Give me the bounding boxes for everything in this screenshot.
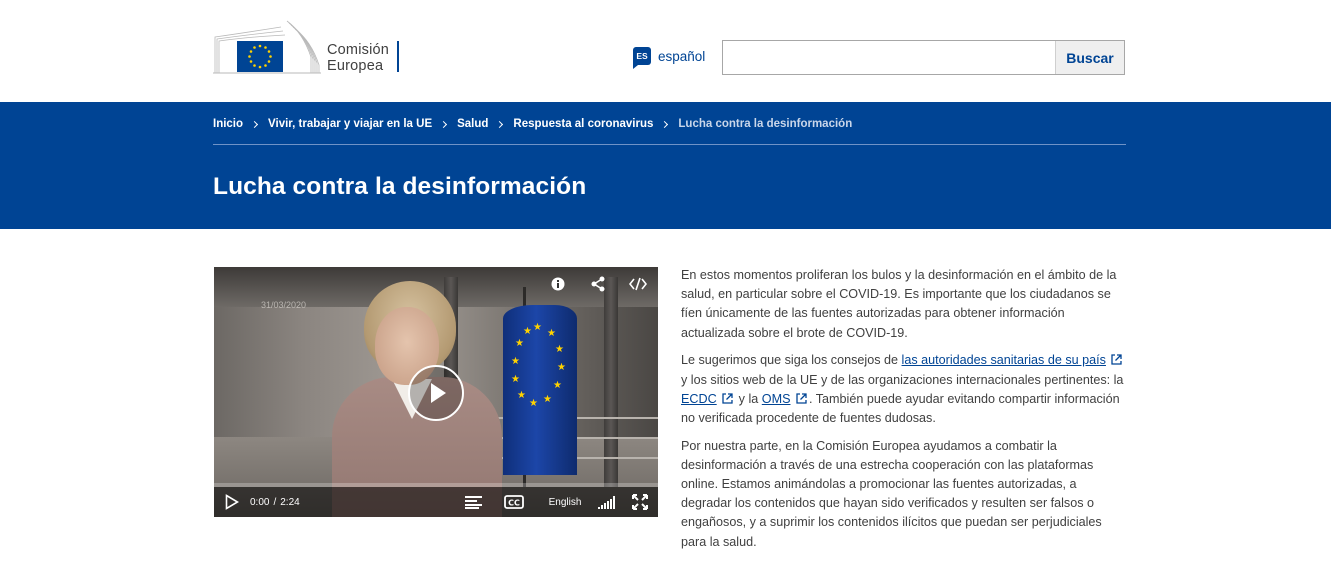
paragraph-text: y la bbox=[735, 391, 762, 406]
logo-line2: Europea bbox=[327, 58, 384, 74]
fullscreen-icon[interactable] bbox=[622, 487, 658, 517]
video-frame-pillar bbox=[604, 277, 618, 487]
language-badge-icon: ES bbox=[633, 47, 651, 69]
time-separator: / bbox=[273, 496, 277, 508]
paragraph-commission-action: Por nuestra parte, en la Comisión Europe… bbox=[681, 438, 1102, 549]
video-time: 0:00 / 2:24 bbox=[250, 497, 300, 508]
logo-divider bbox=[397, 41, 399, 72]
breadcrumb: Inicio Vivir, trabajar y viajar en la UE… bbox=[213, 118, 852, 130]
site-header: Comisión Europea ES español Buscar bbox=[0, 0, 1331, 102]
banner-divider bbox=[213, 144, 1126, 145]
chevron-right-icon bbox=[496, 120, 504, 128]
language-selector[interactable]: ES español bbox=[633, 47, 706, 69]
play-overlay-button[interactable] bbox=[408, 365, 464, 421]
share-icon[interactable] bbox=[578, 267, 618, 301]
page-banner: Inicio Vivir, trabajar y viajar en la UE… bbox=[0, 102, 1331, 229]
video-controls-right: CC English bbox=[456, 487, 658, 517]
chapters-list-icon[interactable] bbox=[456, 487, 490, 517]
duration: 2:24 bbox=[280, 496, 300, 508]
eu-flag-image: ★ ★ ★ ★ ★ ★ ★ ★ ★ ★ ★ ★ bbox=[503, 305, 577, 475]
breadcrumb-item-inicio[interactable]: Inicio bbox=[213, 118, 243, 130]
closed-captions-icon[interactable]: CC bbox=[490, 487, 538, 517]
link-ecdc[interactable]: ECDC bbox=[681, 392, 717, 406]
logo-wordmark: Comisión Europea bbox=[327, 42, 389, 74]
search-form: Buscar bbox=[722, 40, 1125, 75]
breadcrumb-item-current: Lucha contra la desinformación bbox=[678, 118, 853, 130]
video-player[interactable]: ★ ★ ★ ★ ★ ★ ★ ★ ★ ★ ★ ★ 31/03/2020 0:00 / 2:24 bbox=[214, 267, 658, 517]
video-top-toolbar bbox=[538, 267, 658, 301]
chevron-right-icon bbox=[250, 120, 259, 128]
current-time: 0:00 bbox=[250, 496, 270, 508]
paragraph-intro: En estos momentos proliferan los bulos y… bbox=[681, 268, 1117, 340]
video-controls: 0:00 / 2:24 CC English bbox=[214, 487, 658, 517]
link-oms[interactable]: OMS bbox=[762, 392, 791, 406]
external-link-icon bbox=[722, 393, 733, 404]
page-title: Lucha contra la desinformación bbox=[213, 173, 587, 200]
video-date-overlay: 31/03/2020 bbox=[261, 300, 307, 310]
external-link-icon bbox=[796, 393, 807, 404]
chevron-right-icon bbox=[661, 120, 669, 128]
paragraph-advice: Le sugerimos que siga los consejos de la… bbox=[681, 351, 1129, 428]
breadcrumb-item-salud[interactable]: Salud bbox=[457, 118, 488, 130]
svg-text:CC: CC bbox=[508, 499, 520, 508]
play-icon[interactable] bbox=[214, 487, 250, 517]
breadcrumb-item-vivir-trabajar[interactable]: Vivir, trabajar y viajar en la UE bbox=[268, 118, 432, 130]
embed-code-icon[interactable] bbox=[618, 267, 658, 301]
language-label: español bbox=[658, 48, 706, 64]
logo-line1: Comisión bbox=[327, 42, 390, 58]
paragraph-text: Le sugerimos que siga los consejos de bbox=[681, 353, 902, 368]
external-link-icon bbox=[1111, 354, 1123, 365]
article-body: En estos momentos proliferan los bulos y… bbox=[681, 266, 1129, 560]
paragraph-text: y los sitios web de la UE y de las organ… bbox=[681, 372, 1124, 387]
search-input[interactable] bbox=[723, 41, 1055, 74]
breadcrumb-item-respuesta-coronavirus[interactable]: Respuesta al coronavirus bbox=[513, 118, 653, 130]
audio-language-button[interactable]: English bbox=[538, 487, 592, 517]
search-button[interactable]: Buscar bbox=[1055, 41, 1124, 74]
quality-bars-icon[interactable] bbox=[592, 487, 622, 517]
chevron-right-icon bbox=[440, 120, 448, 128]
info-icon[interactable] bbox=[538, 267, 578, 301]
link-national-health-authorities[interactable]: las autoridades sanitarias de su país bbox=[902, 353, 1106, 367]
